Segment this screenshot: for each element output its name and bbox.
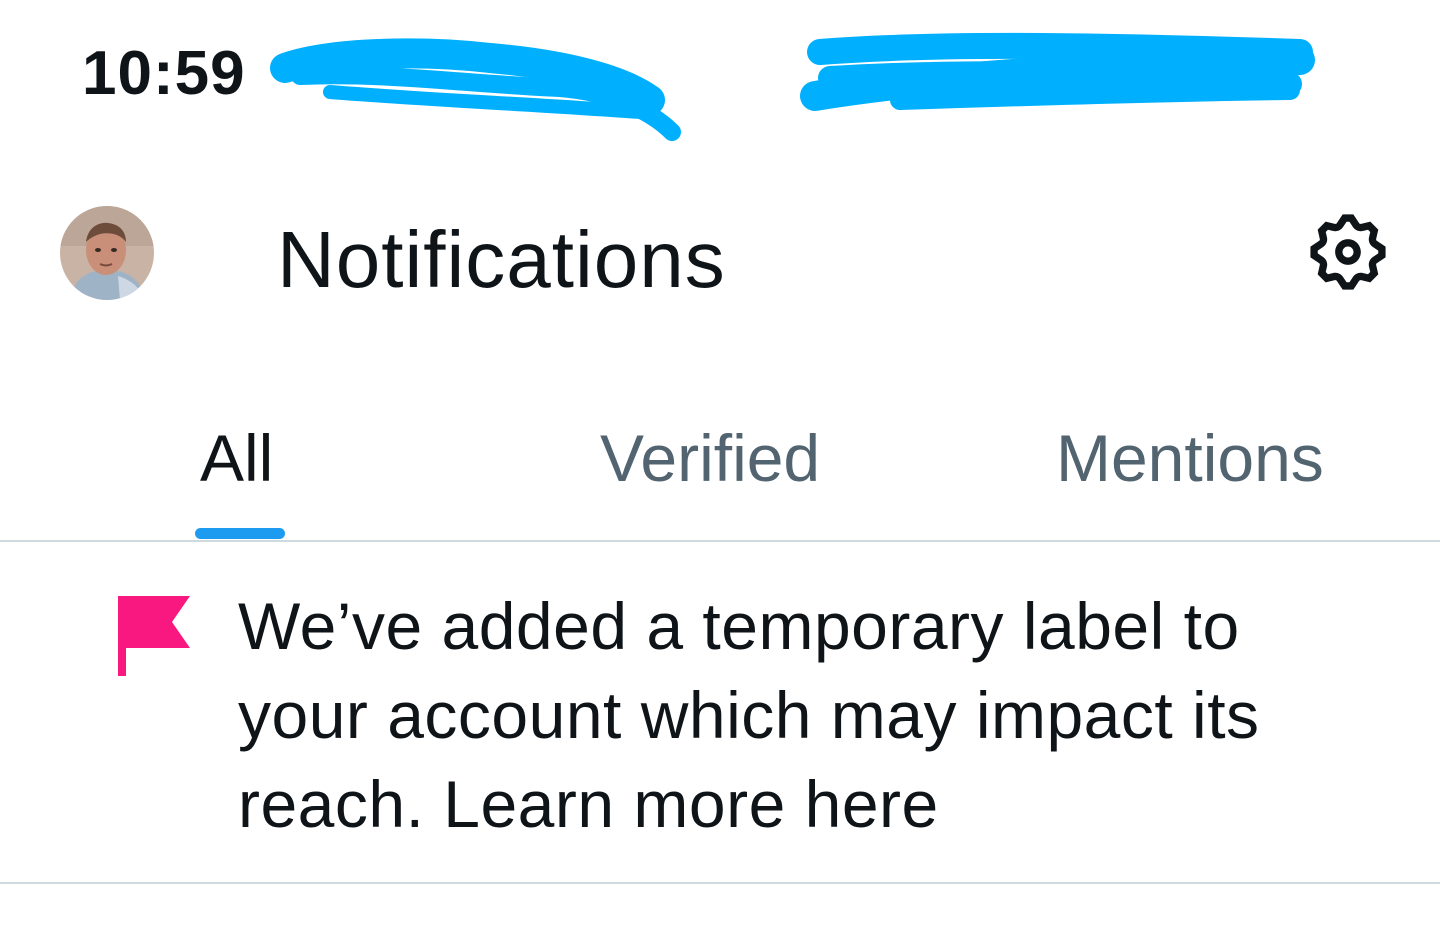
header: Notifications xyxy=(0,190,1440,320)
page-title: Notifications xyxy=(277,215,726,304)
tab-mentions[interactable]: Mentions xyxy=(1056,420,1324,496)
notification-tabs: All Verified Mentions xyxy=(0,400,1440,542)
tab-all[interactable]: All xyxy=(200,420,273,496)
notification-text: We’ve added a temporary label to your ac… xyxy=(238,589,1260,841)
gear-icon xyxy=(1310,214,1386,290)
account-label-notification[interactable]: We’ve added a temporary label to your ac… xyxy=(0,544,1440,884)
redaction-scribble xyxy=(270,32,1315,141)
tab-verified[interactable]: Verified xyxy=(600,420,820,496)
status-bar: 10:59 xyxy=(0,0,1440,150)
profile-photo-icon xyxy=(60,206,154,300)
settings-button[interactable] xyxy=(1304,208,1392,296)
avatar[interactable] xyxy=(60,206,154,300)
flag-icon xyxy=(118,596,190,676)
active-tab-indicator xyxy=(195,528,285,539)
